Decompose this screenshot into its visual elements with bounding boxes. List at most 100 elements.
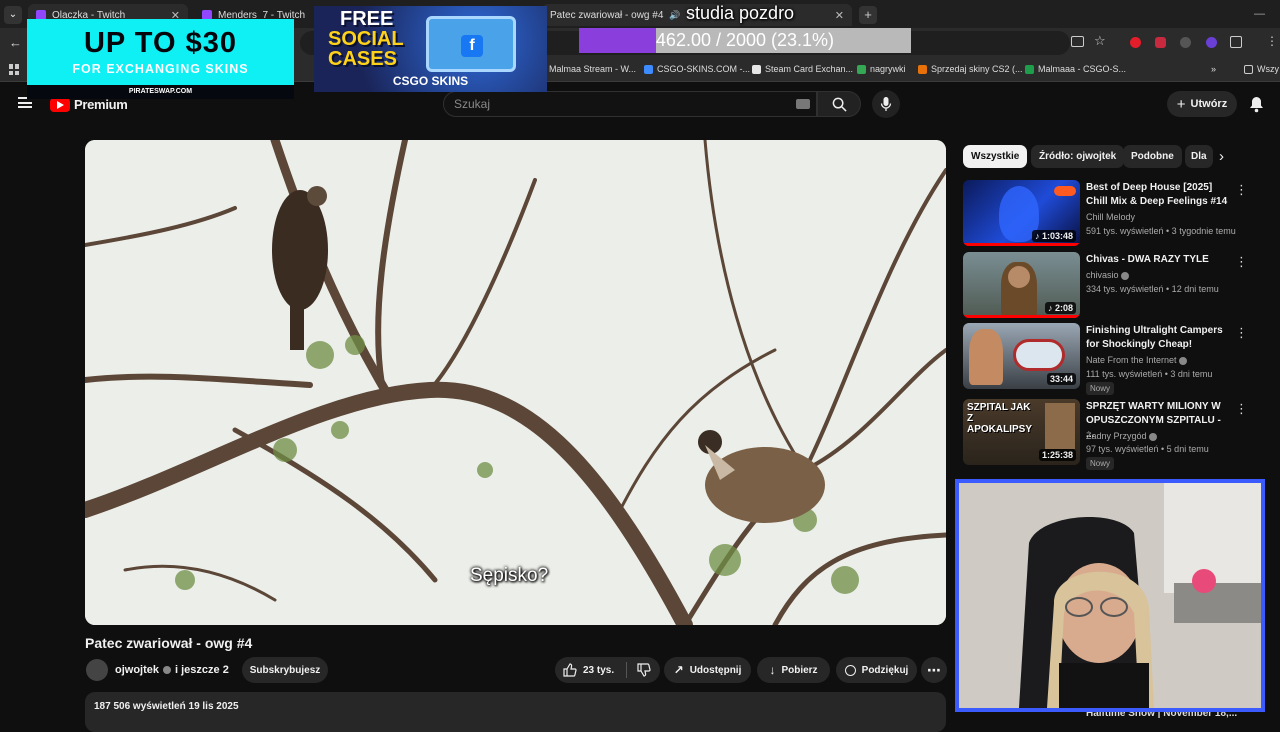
bookmark-star-icon[interactable]: ☆	[1094, 33, 1106, 49]
search-icon	[832, 97, 847, 112]
extension-t-icon[interactable]	[1155, 37, 1166, 48]
chips-next-chevron-icon[interactable]: ›	[1219, 148, 1224, 165]
menu-dots-icon[interactable]: ⋮	[1266, 34, 1278, 48]
video-duration: ♪ 2:08	[1044, 302, 1076, 314]
youtube-logo[interactable]: Premium	[50, 97, 128, 112]
video-thumbnail[interactable]: 33:44	[963, 323, 1080, 389]
more-actions-dots-icon[interactable]: ⋯	[921, 657, 947, 683]
recommendation-item[interactable]: ♪ 1:03:48 Best of Deep House [2025] Chil…	[963, 180, 1263, 248]
minimize-window-icon[interactable]: —	[1254, 8, 1265, 20]
channel-names[interactable]: ojwojtek i jeszcze 2	[115, 664, 229, 676]
ad2-line-cases: CASES	[328, 48, 397, 70]
donation-goal-bar: 462.00 / 2000 (23.1%)	[579, 28, 911, 53]
bookmark-folder[interactable]: Wszy	[1244, 64, 1279, 74]
extension-grey-icon[interactable]	[1180, 37, 1191, 48]
chip-similar[interactable]: Podobne	[1123, 145, 1182, 168]
channel-avatar[interactable]	[86, 659, 108, 681]
video-description-box[interactable]: 187 506 wyświetleń 19 lis 2025	[85, 692, 946, 732]
more-bookmarks-chevron-icon[interactable]: »	[1211, 64, 1216, 74]
recommendation-item[interactable]: ♪ 2:08 Chivas - DWA RAZY TYLE chivasio 3…	[963, 252, 1263, 320]
ad-subline: FOR EXCHANGING SKINS	[72, 62, 249, 76]
video-duration: 1:25:38	[1038, 449, 1076, 461]
recommendation-title[interactable]: Finishing Ultralight Campers for Shockin…	[1086, 324, 1228, 352]
apps-grid-icon[interactable]	[9, 64, 20, 75]
extensions-puzzle-icon[interactable]	[1230, 36, 1242, 48]
notifications-bell-icon[interactable]	[1249, 96, 1264, 118]
recommendation-item[interactable]: 33:44 Finishing Ultralight Campers for S…	[963, 323, 1263, 395]
video-duration: 33:44	[1046, 373, 1076, 385]
extension-red-icon[interactable]	[1130, 37, 1141, 48]
chip-all[interactable]: Wszystkie	[963, 145, 1028, 168]
more-options-dots-icon[interactable]: ⋮	[1235, 325, 1248, 341]
video-thumbnail[interactable]: SZPITAL JAK Z APOKALIPSY 1:25:38	[963, 399, 1080, 465]
recommendation-meta: 334 tys. wyświetleń • 12 dni temu	[1086, 284, 1219, 294]
back-arrow-icon[interactable]: ←	[9, 35, 22, 50]
bookmark-item[interactable]: nagrywki	[857, 64, 906, 74]
tab-label: Patec zwariował - owg #4	[550, 9, 664, 21]
audio-speaker-icon[interactable]: 🔊	[669, 10, 680, 21]
new-badge: Nowy	[1086, 457, 1115, 470]
recommendation-title[interactable]: Chivas - DWA RAZY TYLE	[1086, 253, 1228, 267]
search-input[interactable]: Szukaj	[443, 91, 817, 117]
download-button[interactable]: ↓ Pobierz	[757, 657, 830, 683]
share-arrow-icon: ↗	[673, 663, 684, 677]
views-and-date: 187 506 wyświetleń 19 lis 2025	[94, 701, 239, 712]
video-duration: ♪ 1:03:48	[1031, 230, 1076, 242]
recommendation-channel[interactable]: Żadny Przygód	[1086, 431, 1158, 441]
chip-source-channel[interactable]: Źródło: ojwojtek	[1031, 145, 1125, 168]
like-thumb-icon[interactable]	[563, 663, 577, 677]
subscribed-button[interactable]: Subskrybujesz	[242, 657, 328, 683]
facebook-icon: f	[461, 35, 483, 57]
recommendation-item[interactable]: SZPITAL JAK Z APOKALIPSY 1:25:38 SPRZĘT …	[963, 399, 1263, 470]
video-thumbnail[interactable]: ♪ 2:08	[963, 252, 1080, 318]
like-count[interactable]: 23 tys.	[583, 665, 614, 676]
verified-icon	[1179, 356, 1188, 365]
bookmark-item[interactable]: Steam Card Exchan...	[752, 64, 853, 74]
ad-headline: UP TO $30	[83, 27, 237, 59]
recommendation-meta: 97 tys. wyświetleń • 5 dni temu	[1086, 444, 1209, 454]
share-button[interactable]: ↗ Udostępnij	[664, 657, 751, 683]
streamer-webcam	[955, 479, 1265, 712]
keyboard-icon[interactable]	[796, 99, 810, 109]
donation-goal-title: studia pozdro	[686, 3, 795, 23]
recommendation-channel[interactable]: Chill Melody	[1086, 212, 1135, 222]
ad2-brand: CSGO SKINS	[392, 74, 469, 88]
plus-icon: +	[1176, 95, 1186, 113]
more-options-dots-icon[interactable]: ⋮	[1235, 401, 1248, 417]
recommendation-meta: 111 tys. wyświetleń • 3 dni temu	[1086, 369, 1213, 379]
extension-purple-icon[interactable]	[1206, 37, 1217, 48]
install-app-icon[interactable]	[1071, 36, 1084, 47]
bookmark-item[interactable]: Malmaa Stream - W...	[549, 64, 636, 74]
video-player[interactable]	[85, 140, 946, 625]
recommendation-channel[interactable]: Nate From the Internet	[1086, 355, 1188, 365]
new-tab-plus-icon[interactable]: +	[859, 6, 877, 24]
video-thumbnail[interactable]: ♪ 1:03:48	[963, 180, 1080, 246]
music-note-icon: ♪	[1047, 303, 1053, 313]
gift-case-image: f	[426, 16, 516, 72]
more-options-dots-icon[interactable]: ⋮	[1235, 254, 1248, 270]
voice-search-button[interactable]	[872, 90, 900, 118]
donation-goal-text: 462.00 / 2000 (23.1%)	[655, 30, 835, 50]
bookmark-item[interactable]: Sprzedaj skiny CS2 (...	[918, 64, 1023, 74]
download-arrow-icon: ↓	[769, 663, 776, 677]
video-subtitle: Sępisko?	[470, 565, 549, 586]
thanks-button[interactable]: Podziękuj	[836, 657, 917, 683]
recommendation-title[interactable]: Best of Deep House [2025] Chill Mix & De…	[1086, 181, 1228, 209]
tab-list-chevron-icon[interactable]: ⌄	[4, 6, 22, 24]
bookmark-item[interactable]: CSGO-SKINS.COM -...	[644, 64, 750, 74]
thanks-heart-icon	[844, 664, 856, 676]
pirateswap-ad-banner: UP TO $30 FOR EXCHANGING SKINS PIRATESWA…	[27, 19, 294, 99]
recommendation-channel[interactable]: chivasio	[1086, 270, 1130, 280]
new-badge: Nowy	[1086, 382, 1115, 395]
verified-icon	[1121, 271, 1130, 280]
video-frame-vultures	[85, 140, 946, 625]
more-options-dots-icon[interactable]: ⋮	[1235, 182, 1248, 198]
create-button[interactable]: + Utwórz	[1167, 91, 1237, 117]
search-button[interactable]	[817, 91, 861, 117]
microphone-icon	[880, 97, 892, 111]
dislike-thumb-icon[interactable]	[637, 663, 651, 677]
recommendation-meta: 591 tys. wyświetleń • 3 tygodnie temu	[1086, 226, 1236, 236]
chip-for-you[interactable]: Dla	[1185, 145, 1213, 168]
close-tab-icon[interactable]: ✕	[835, 9, 844, 22]
bookmark-item[interactable]: Malmaaa - CSGO-S...	[1025, 64, 1126, 74]
